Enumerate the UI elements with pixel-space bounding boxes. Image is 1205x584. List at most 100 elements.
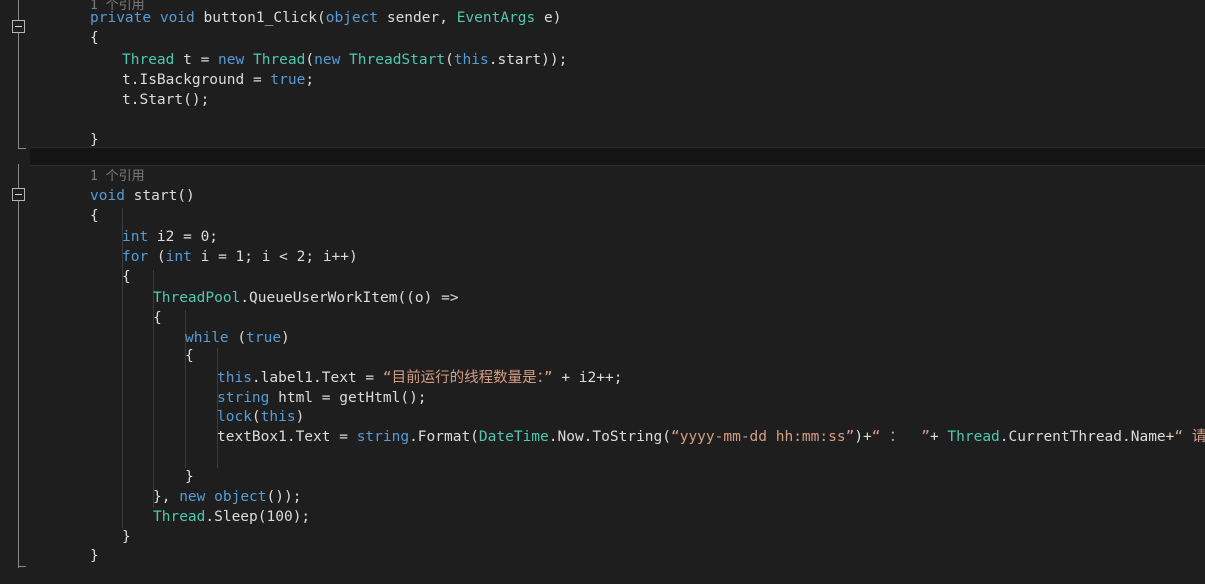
code-token: {	[90, 208, 99, 224]
code-token: (	[305, 52, 315, 68]
code-token: EventArgs	[456, 10, 536, 26]
code-token: e)	[535, 10, 562, 26]
code-token: (	[251, 409, 261, 425]
code-token: new	[314, 52, 341, 68]
code-token: }	[90, 132, 99, 148]
code-token: true	[270, 72, 306, 88]
code-token: true	[246, 330, 282, 346]
code-token: }	[90, 548, 99, 564]
code-token: + i2++;	[552, 370, 623, 386]
code-token: i2 = 0;	[148, 229, 219, 245]
code-text-area[interactable]: 1 个引用 private void button1_Click(object s…	[0, 0, 1205, 584]
code-token: (	[228, 330, 247, 346]
line-lambda-open-brace[interactable]: {	[0, 308, 162, 328]
code-token: this	[453, 52, 489, 68]
code-token: 1 个引用	[90, 169, 145, 184]
code-token: new	[179, 489, 206, 505]
code-token: DateTime	[478, 429, 549, 445]
line-isbackground[interactable]: t.IsBackground = true;	[0, 70, 314, 90]
code-token: Thread	[122, 52, 175, 68]
code-token: )	[281, 330, 290, 346]
code-token: {	[90, 30, 99, 46]
code-token: .Now.ToString(	[548, 429, 671, 445]
line-thread-new[interactable]: Thread t = new Thread(new ThreadStart(th…	[0, 50, 567, 70]
code-token: ThreadPool	[153, 290, 241, 306]
line-int-i2[interactable]: int i2 = 0;	[0, 227, 218, 247]
code-token: ());	[266, 489, 302, 505]
code-token: “ 请求成功 .\r”	[1174, 429, 1205, 445]
line-lock-this[interactable]: lock(this)	[0, 407, 304, 427]
line-button1-close-brace[interactable]: }	[0, 130, 99, 150]
code-token: void	[90, 188, 125, 204]
code-token: html = getHtml();	[269, 390, 427, 406]
code-token: sender,	[378, 10, 457, 26]
line-start-open-brace[interactable]: {	[0, 206, 99, 226]
code-token: object	[325, 10, 379, 26]
line-string-html[interactable]: string html = getHtml();	[0, 388, 427, 408]
code-token: lock	[217, 409, 252, 425]
code-token: i = 1; i < 2; i++)	[191, 249, 358, 265]
code-token: “yyyy-mm-dd hh:mm:ss”	[670, 429, 855, 445]
line-thread-sleep[interactable]: Thread.Sleep(100);	[0, 507, 310, 527]
code-token: “ ： ”	[871, 429, 930, 445]
code-token: Thread	[153, 509, 206, 525]
code-token: +	[929, 429, 948, 445]
code-token: .QueueUserWorkItem((o) =>	[240, 290, 459, 306]
line-textbox1-format[interactable]: textBox1.Text = string.Format(DateTime.N…	[0, 427, 1205, 447]
line-for-open-brace[interactable]: {	[0, 267, 131, 287]
code-token: t.IsBackground =	[122, 72, 271, 88]
line-for-close-brace[interactable]: }	[0, 527, 131, 547]
line-while-open-brace[interactable]: {	[0, 346, 194, 366]
code-token: ;	[305, 72, 315, 88]
code-token: },	[153, 489, 180, 505]
code-token: button1_Click(	[194, 10, 326, 26]
line-while-true[interactable]: while (true)	[0, 328, 290, 348]
line-while-close-brace[interactable]: }	[0, 467, 194, 487]
code-token: string	[356, 429, 410, 445]
line-for-loop[interactable]: for (int i = 1; i < 2; i++)	[0, 247, 358, 267]
code-token: int	[122, 229, 149, 245]
code-token: textBox1.Text =	[217, 429, 357, 445]
line-thread-start-call[interactable]: t.Start();	[0, 90, 209, 110]
code-token: Thread	[947, 429, 1000, 445]
code-token: object	[214, 489, 267, 505]
line-codelens-start[interactable]: 1 个引用	[0, 167, 145, 187]
code-token: new	[218, 52, 245, 68]
code-token: .CurrentThread.Name+	[999, 429, 1175, 445]
line-start-signature[interactable]: void start()	[0, 186, 195, 206]
line-start-close-brace[interactable]: }	[0, 546, 99, 566]
code-token: }	[122, 529, 131, 545]
line-queueuserworkitem[interactable]: ThreadPool.QueueUserWorkItem((o) =>	[0, 288, 459, 308]
code-token: this	[217, 370, 252, 386]
code-token: “目前运行的线程数量是：”	[382, 370, 553, 386]
line-lambda-close-new-object[interactable]: }, new object());	[0, 487, 301, 507]
line-label1-text[interactable]: this.label1.Text = “目前运行的线程数量是：” + i2++;	[0, 368, 622, 388]
code-token: (	[445, 52, 454, 68]
code-token: )+	[854, 429, 872, 445]
code-token: ThreadStart	[349, 52, 446, 68]
code-token: .Sleep(100);	[205, 509, 311, 525]
code-token: {	[185, 348, 194, 364]
code-token: {	[122, 269, 131, 285]
code-token: string	[217, 390, 270, 406]
code-token: }	[185, 469, 194, 485]
code-token: while	[185, 330, 229, 346]
code-token: .start));	[488, 52, 568, 68]
code-token: (	[148, 249, 166, 265]
code-token: Thread	[252, 52, 306, 68]
code-token: .label1.Text =	[251, 370, 383, 386]
code-token: this	[260, 409, 296, 425]
code-token: .Format(	[409, 429, 479, 445]
code-token: t =	[174, 52, 219, 68]
code-token: void	[159, 10, 195, 26]
code-editor-surface[interactable]: 1 个引用 private void button1_Click(object s…	[0, 0, 1205, 584]
code-token: )	[295, 409, 305, 425]
code-token: for	[122, 249, 149, 265]
line-button1-open-brace[interactable]: {	[0, 28, 99, 48]
line-button1-click-signature[interactable]: private void button1_Click(object sender…	[0, 8, 561, 28]
code-token: {	[153, 310, 162, 326]
